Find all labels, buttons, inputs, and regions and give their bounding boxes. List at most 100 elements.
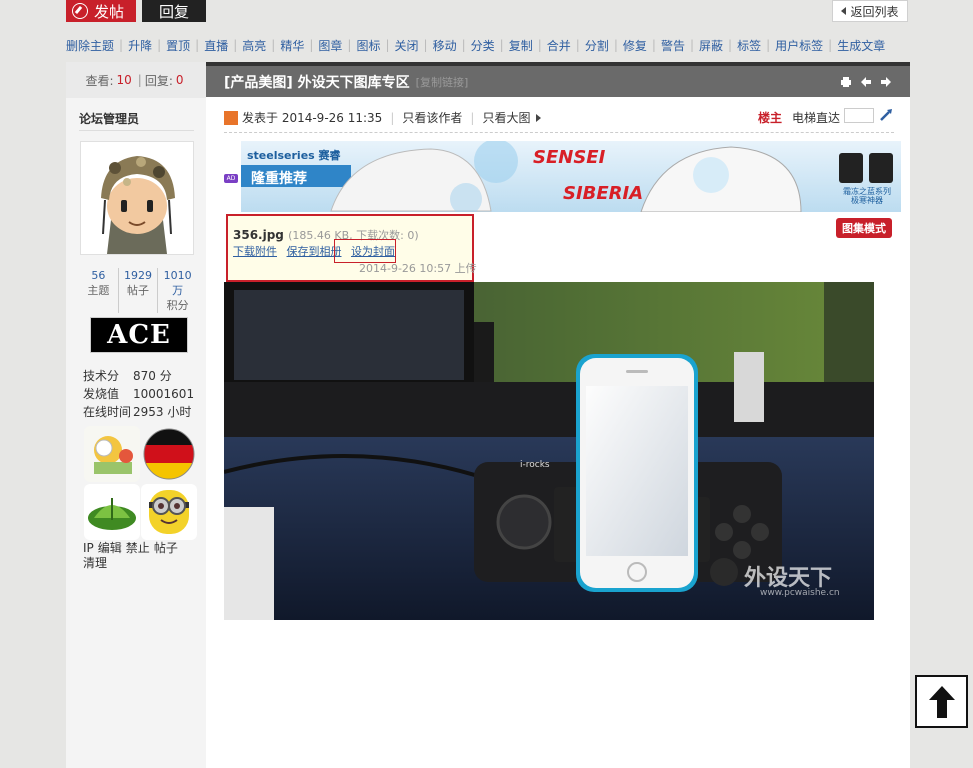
medal-leaf-icon[interactable] [84, 484, 140, 540]
separator: | [195, 38, 200, 52]
admin-action-link[interactable]: 删除主题 [66, 37, 114, 54]
author-tool-link[interactable]: 编辑 [98, 541, 122, 555]
author-tool-link[interactable]: 禁止 [126, 541, 150, 555]
medal-minion-icon[interactable] [141, 484, 197, 540]
admin-action-link[interactable]: 复制 [509, 37, 533, 54]
elevator-label: 电梯直达 [792, 111, 841, 125]
author-tool-link[interactable]: 清理 [83, 556, 107, 570]
admin-action-link[interactable]: 屏蔽 [699, 37, 723, 54]
caret-right-icon [536, 113, 542, 122]
admin-action-link[interactable]: 移动 [433, 37, 457, 54]
admin-action-link[interactable]: 直播 [204, 37, 228, 54]
author-detail-key: 发烧值 [83, 387, 120, 401]
admin-action-link[interactable]: 合并 [547, 37, 571, 54]
ad-brand: steelseries 赛睿 [247, 149, 341, 162]
reply-button[interactable]: 回复 [142, 0, 206, 22]
soldier-avatar-icon [81, 142, 193, 254]
arrow-left-icon [841, 7, 847, 15]
only-big-image-link[interactable]: 只看大图 [482, 109, 530, 126]
leaf-medal-icon [84, 484, 140, 540]
author-stat-label: 积分 [166, 299, 189, 312]
ace-badge: ACE [90, 317, 188, 353]
jump-go-icon[interactable] [878, 107, 894, 123]
admin-action-link[interactable]: 图标 [356, 37, 380, 54]
separator: | [309, 38, 314, 52]
admin-action-link[interactable]: 置顶 [166, 37, 190, 54]
download-attachment-link[interactable]: 下载附件 [233, 245, 277, 258]
admin-action-link[interactable]: 分类 [471, 37, 495, 54]
only-author-link[interactable]: 只看该作者 [402, 109, 462, 126]
post-button[interactable]: 发帖 [66, 0, 136, 22]
author-detail-value: 10001601 [133, 387, 195, 401]
admin-action-link[interactable]: 修复 [623, 37, 647, 54]
back-to-top-button[interactable] [915, 675, 968, 728]
steelseries-ad-banner[interactable]: steelseries 赛睿 隆重推荐 SENSEI SIBERIA 霜冻之蓝系… [241, 141, 901, 212]
thread-title: [产品美图] 外设天下图库专区 [224, 74, 410, 91]
arrow-next-icon[interactable] [880, 76, 892, 88]
author-stat-label: 主题 [87, 284, 110, 297]
post-meta: 发表于 2014-9-26 11:35 | 只看该作者 | 只看大图 [224, 109, 542, 126]
author-detail-value: 870 分 [133, 369, 172, 383]
replies-label: 回复: [144, 73, 173, 88]
author-detail-row: 在线时间 2953 小时 [83, 403, 191, 420]
attachment-filename[interactable]: 356.jpg [233, 228, 284, 242]
post-time: 发表于 2014-9-26 11:35 [242, 111, 383, 125]
divider [79, 130, 194, 131]
admin-action-link[interactable]: 图章 [318, 37, 342, 54]
copy-link[interactable]: [复制链接] [416, 74, 469, 90]
admin-action-link[interactable]: 生成文章 [837, 37, 885, 54]
separator: | [390, 110, 395, 125]
author-tool-link[interactable]: IP [83, 541, 94, 555]
floor-label: 楼主 [758, 111, 783, 125]
separator: | [470, 110, 475, 125]
author-tool-link[interactable]: 帖子 [154, 541, 178, 555]
ad-tag: AD [224, 174, 238, 183]
ad-caption-line1: 霜冻之蓝系列 [843, 187, 891, 196]
admin-action-link[interactable]: 警告 [661, 37, 685, 54]
medal-fan-icon[interactable] [84, 426, 140, 482]
thread-title-bar: [产品美图] 外设天下图库专区 [复制链接] [206, 66, 910, 97]
moderator-toolbar: 删除主题 | 升降 | 置顶 | 直播 | 高亮 | 精华 | 图章 | 图标 | 关闭 | 移动 | 分类 | 复制 | 合并… [66, 36, 910, 54]
separator: | [119, 38, 124, 52]
ad-caption-line2: 极寒神器 [851, 196, 883, 205]
author-stat-value: 1010万 [163, 269, 192, 297]
author-detail-key: 在线时间 [83, 405, 132, 419]
author-tools: IP 编辑 禁止 帖子清理 [83, 541, 193, 571]
avatar[interactable] [80, 141, 194, 255]
floor-jump-input[interactable] [844, 108, 874, 123]
back-to-list-button[interactable]: 返回列表 [832, 0, 908, 22]
author-stat[interactable]: 56 主题 [79, 268, 119, 313]
separator: | [233, 38, 238, 52]
separator: | [575, 38, 580, 52]
back-to-list-label: 返回列表 [850, 4, 899, 19]
admin-action-link[interactable]: 标签 [737, 37, 761, 54]
ad-caption: 霜冻之蓝系列 极寒神器 [839, 187, 895, 205]
arrow-prev-icon[interactable] [860, 76, 872, 88]
separator: | [828, 38, 833, 52]
ad-product-sensei: SENSEI [533, 147, 606, 168]
views-label: 查看: [85, 73, 114, 88]
separator: | [157, 38, 162, 52]
admin-action-link[interactable]: 精华 [280, 37, 304, 54]
separator: | [728, 38, 733, 52]
admin-action-link[interactable]: 升降 [128, 37, 152, 54]
medal-germany-icon[interactable] [141, 426, 197, 482]
admin-action-link[interactable]: 高亮 [242, 37, 266, 54]
admin-action-link[interactable]: 关闭 [395, 37, 419, 54]
divider [224, 132, 894, 133]
admin-action-link[interactable]: 分割 [585, 37, 609, 54]
author-stat[interactable]: 1010万积分 [158, 268, 197, 313]
separator: | [499, 38, 504, 52]
author-stat[interactable]: 1929 帖子 [119, 268, 159, 313]
separator: | [385, 38, 390, 52]
author-detail-value: 2953 小时 [133, 405, 192, 419]
author-name[interactable]: 论坛管理员 [79, 110, 139, 127]
views-count: 10 [116, 73, 132, 87]
admin-action-link[interactable]: 用户标签 [775, 37, 823, 54]
separator: | [689, 38, 694, 52]
gallery-mode-button[interactable]: 图集模式 [836, 218, 892, 238]
separator: | [347, 38, 352, 52]
watermark-url: www.pcwaishe.cn [760, 588, 840, 598]
post-image[interactable]: i-rocks 外设天下 www.pcwaishe.cn [224, 282, 874, 620]
print-icon[interactable] [840, 76, 852, 88]
